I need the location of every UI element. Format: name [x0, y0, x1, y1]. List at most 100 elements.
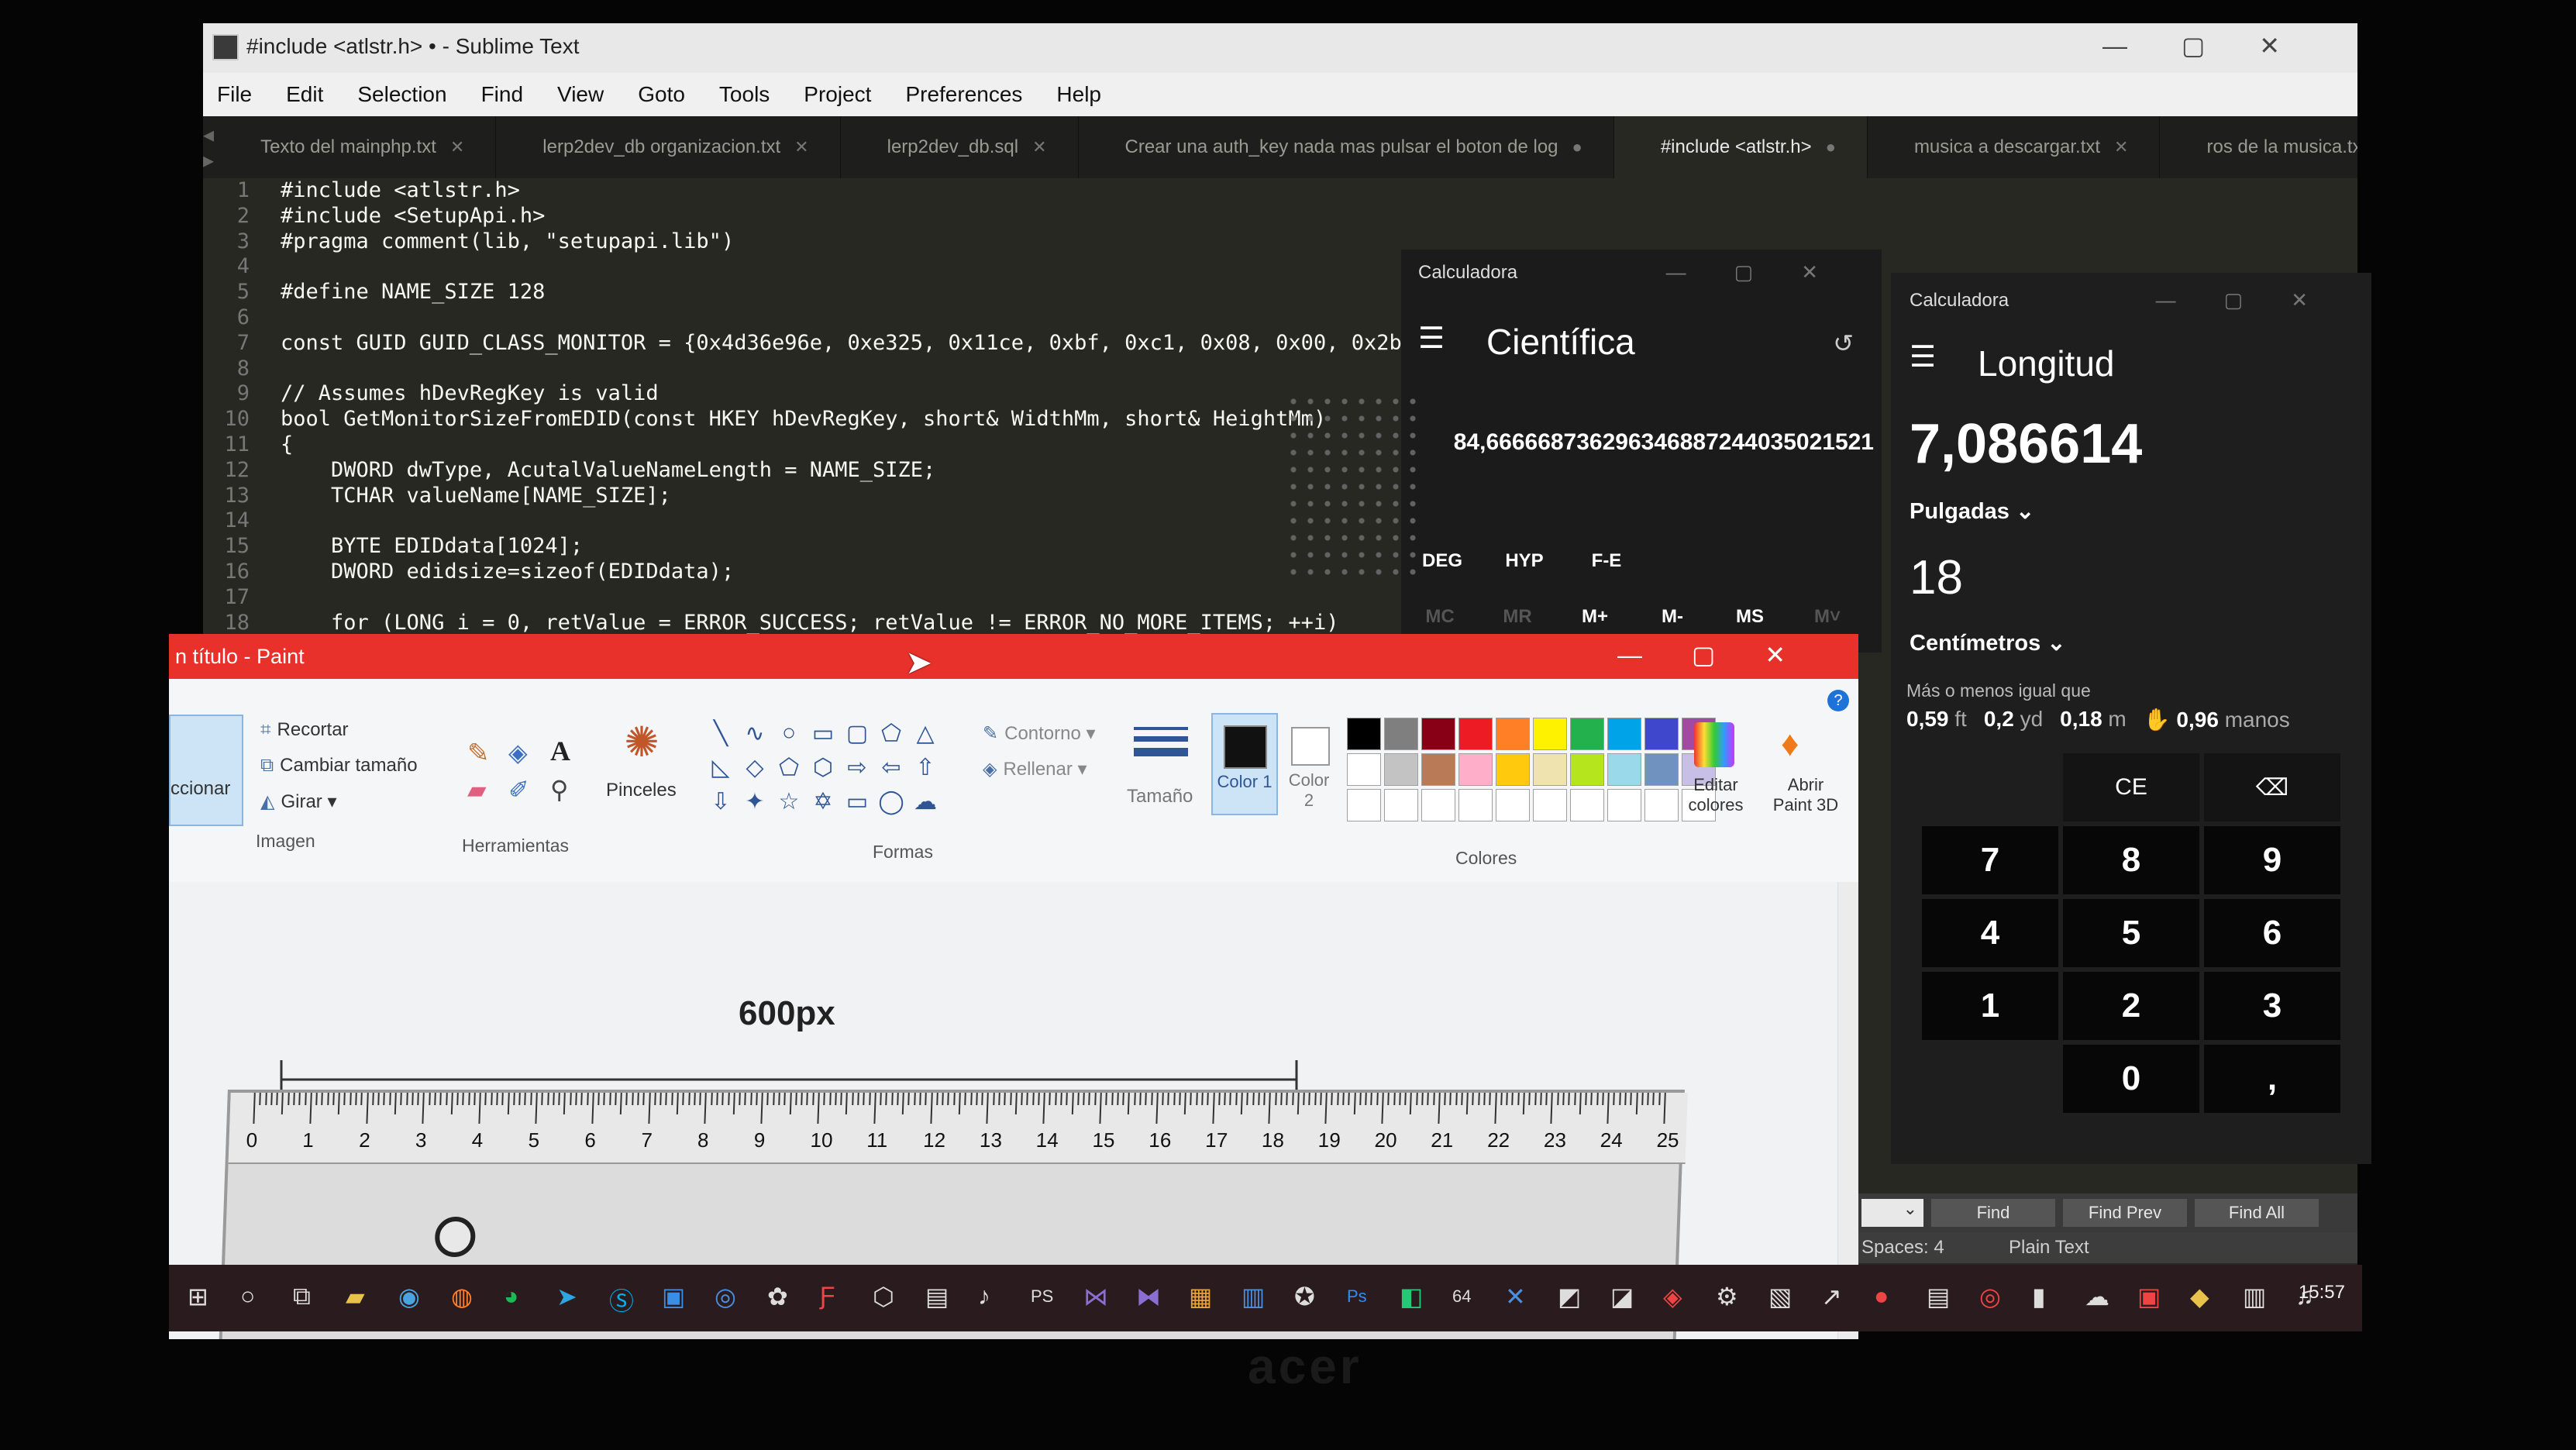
color-swatch[interactable] [1384, 753, 1418, 786]
code-line[interactable] [281, 305, 1490, 331]
close-icon[interactable]: ✕ [1032, 137, 1046, 157]
color-swatch[interactable] [1533, 753, 1567, 786]
app-icon[interactable]: ↗ [1821, 1282, 1842, 1311]
code-line[interactable]: const GUID GUID_CLASS_MONITOR = {0x4d36e… [281, 331, 1490, 356]
color-swatch[interactable] [1496, 753, 1530, 786]
color-swatch[interactable] [1533, 718, 1567, 750]
visual-studio-icon[interactable]: ⋈ [1083, 1282, 1108, 1311]
find-button[interactable]: Find [1931, 1199, 2055, 1227]
fill-dropdown[interactable]: ◈ Rellenar ▾ [983, 758, 1087, 780]
to-unit-dropdown[interactable]: Centímetros ⌄ [1910, 629, 2066, 656]
triangle-shape-icon[interactable]: △ [908, 716, 942, 750]
color-swatch[interactable] [1458, 753, 1493, 786]
magnifier-icon[interactable]: ⚲ [550, 775, 568, 804]
backspace-icon[interactable]: ⌫ [2204, 753, 2340, 821]
oval-shape-icon[interactable]: ○ [772, 716, 806, 750]
crop-button[interactable]: ⌗ Recortar [260, 719, 349, 741]
paint3d-label[interactable]: Abrir Paint 3D [1767, 775, 1844, 815]
key-9[interactable]: 9 [2204, 826, 2340, 894]
eraser-icon[interactable]: ▰ [467, 775, 487, 804]
curve-shape-icon[interactable]: ∿ [738, 716, 772, 750]
color-swatch[interactable] [1570, 753, 1604, 786]
tab-musica[interactable]: ros de la musica.txt✕ [2160, 116, 2357, 178]
find-history-dropdown[interactable]: ⌄ [1861, 1199, 1923, 1227]
tray-icon[interactable]: ▤ [1927, 1282, 1950, 1311]
menu-selection[interactable]: Selection [357, 82, 446, 107]
app-icon[interactable]: ✿ [767, 1282, 788, 1311]
history-icon[interactable]: ↺ [1833, 329, 1854, 358]
app-icon[interactable]: ⚙ [1716, 1282, 1738, 1311]
store-icon[interactable]: ▣ [662, 1282, 685, 1311]
rounded-rect-shape-icon[interactable]: ▢ [840, 716, 874, 750]
tab-atlstr[interactable]: #include <atlstr.h> ● [1613, 116, 1868, 178]
color-swatch[interactable] [1496, 789, 1530, 821]
color-swatch[interactable] [1644, 718, 1679, 750]
brushes-label[interactable]: Pinceles [606, 780, 677, 801]
color-picker-icon[interactable]: ✐ [508, 775, 529, 804]
shapes-gallery[interactable]: ╲ ∿ ○ ▭ ▢ ⬠ △ ◺ ◇ ⬠ ⬡ ⇨ ⇦ ⇧ ⇩ ✦ ☆ ✡ ▭ ◯ ☁ [704, 716, 942, 818]
tray-icon[interactable]: ☁ [2085, 1282, 2109, 1311]
edit-colors-label[interactable]: Editar colores [1679, 775, 1753, 815]
help-icon[interactable]: ? [1827, 690, 1849, 711]
polygon-shape-icon[interactable]: ⬠ [874, 716, 908, 750]
key-0[interactable]: 0 [2063, 1045, 2199, 1113]
star5-shape-icon[interactable]: ☆ [772, 784, 806, 818]
tray-icon[interactable]: ● [1874, 1282, 1889, 1311]
app-icon[interactable]: ▤ [925, 1282, 949, 1311]
sublime-window-controls[interactable]: —▢✕ [2102, 31, 2334, 60]
hamburger-menu-icon[interactable]: ☰ [1910, 339, 1936, 374]
arrow-right-shape-icon[interactable]: ⇨ [840, 750, 874, 784]
window-controls[interactable]: —▢✕ [2156, 288, 2356, 312]
menu-file[interactable]: File [217, 82, 252, 107]
text-tool-icon[interactable]: A [550, 735, 570, 767]
pentagon-shape-icon[interactable]: ⬠ [772, 750, 806, 784]
callout-oval-shape-icon[interactable]: ◯ [874, 784, 908, 818]
app-icon[interactable]: ◩ [1558, 1282, 1581, 1311]
key-7[interactable]: 7 [1922, 826, 2058, 894]
cortana-icon[interactable]: ○ [240, 1282, 255, 1311]
m-plus-button[interactable]: M+ [1556, 606, 1634, 628]
app-icon[interactable]: ◧ [1400, 1282, 1423, 1311]
color-swatch[interactable] [1421, 789, 1455, 821]
windows-start-icon[interactable]: ⊞ [188, 1282, 208, 1311]
line-shape-icon[interactable]: ╲ [704, 716, 738, 750]
code-line[interactable] [281, 254, 1490, 280]
code-editor[interactable]: 1 2 3 4 5 6 7 8 9 10 11 12 13 14 15 16 17 18 #include <at… [203, 178, 1489, 659]
color-swatch[interactable] [1607, 753, 1641, 786]
tab-organizacion[interactable]: lerp2dev_db organizacion.txt ✕ [496, 116, 841, 178]
code-line[interactable]: #include <atlstr.h> [281, 178, 1490, 204]
app-icon[interactable]: ◪ [1610, 1282, 1634, 1311]
code-line[interactable]: for (LONG i = 0, retValue = ERROR_SUCCES… [281, 611, 1490, 636]
clock[interactable]: 15:57 [2299, 1282, 2345, 1304]
color-swatch[interactable] [1607, 718, 1641, 750]
mr-button[interactable]: MR [1479, 606, 1556, 628]
from-unit-dropdown[interactable]: Pulgadas ⌄ [1910, 498, 2034, 525]
app-icon[interactable]: ✕ [1505, 1282, 1526, 1311]
filezilla-icon[interactable]: Ƒ [820, 1282, 835, 1311]
dirty-dot-icon[interactable]: ● [1572, 137, 1582, 157]
indent-status[interactable]: Spaces: 4 [1861, 1237, 1944, 1259]
chrome-icon[interactable]: ◉ [398, 1282, 420, 1311]
m-minus-button[interactable]: M- [1634, 606, 1711, 628]
tray-icon[interactable]: ▮ [2032, 1282, 2046, 1311]
outline-dropdown[interactable]: ✎ Contorno ▾ [983, 722, 1096, 745]
clear-entry-button[interactable]: CE [2063, 753, 2199, 821]
key-4[interactable]: 4 [1922, 899, 2058, 967]
color-swatch[interactable] [1384, 789, 1418, 821]
app-icon[interactable]: ♪ [978, 1282, 990, 1311]
window-controls[interactable]: —▢✕ [1666, 260, 1866, 284]
menu-edit[interactable]: Edit [286, 82, 323, 107]
tab-db-sql[interactable]: lerp2dev_db.sql ✕ [841, 116, 1079, 178]
star6-shape-icon[interactable]: ✡ [806, 784, 840, 818]
hexagon-shape-icon[interactable]: ⬡ [806, 750, 840, 784]
edit-colors-icon[interactable] [1694, 722, 1734, 767]
color-swatch[interactable] [1421, 718, 1455, 750]
size-label[interactable]: Tamaño [1127, 786, 1193, 808]
tab-auth-key[interactable]: Crear una auth_key nada mas pulsar el bo… [1079, 116, 1614, 178]
hyp-button[interactable]: HYP [1483, 550, 1565, 572]
photoshop-icon[interactable]: Ps [1347, 1286, 1367, 1307]
spotify-icon[interactable]: ◕ [504, 1282, 518, 1311]
rotate-button[interactable]: ◭ Girar ▾ [260, 790, 337, 813]
skype-icon[interactable]: Ⓢ [609, 1282, 634, 1317]
close-icon[interactable]: ✕ [2114, 137, 2128, 157]
